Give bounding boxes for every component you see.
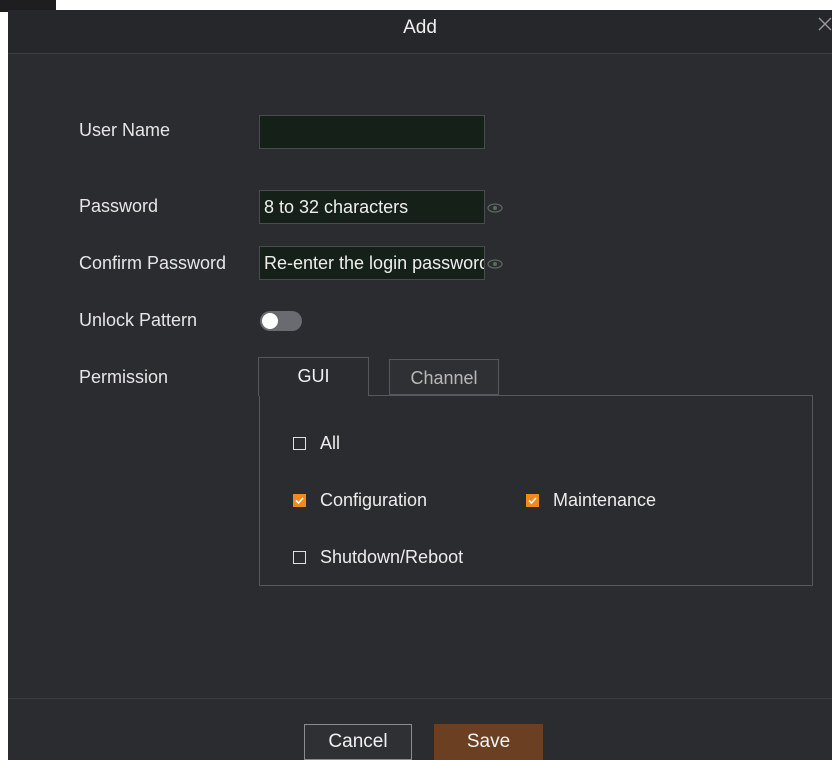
checkbox-configuration[interactable]: Configuration: [293, 490, 427, 511]
checkbox-box[interactable]: [293, 494, 306, 507]
checkbox-shutdown-reboot[interactable]: Shutdown/Reboot: [293, 547, 463, 568]
checkbox-label: Shutdown/Reboot: [320, 547, 464, 567]
unlock-pattern-label: Unlock Pattern: [79, 310, 198, 330]
checkbox-label: All: [320, 433, 341, 453]
save-button[interactable]: Save: [434, 724, 543, 760]
checkbox-maintenance[interactable]: Maintenance: [526, 490, 656, 511]
eye-icon[interactable]: [487, 202, 503, 214]
confirm-password-label: Confirm Password: [79, 253, 227, 273]
dialog-title: Add: [403, 17, 437, 38]
cancel-button[interactable]: Cancel: [304, 724, 412, 760]
footer-divider: [8, 698, 832, 699]
toggle-knob: [262, 313, 278, 329]
checkbox-box[interactable]: [293, 437, 306, 450]
close-icon[interactable]: [816, 15, 832, 33]
checkmark-icon: [528, 497, 537, 505]
tab-channel[interactable]: Channel: [389, 359, 499, 395]
checkbox-box[interactable]: [526, 494, 539, 507]
unlock-pattern-toggle[interactable]: [260, 311, 302, 331]
confirm-password-input[interactable]: Re-enter the login password: [259, 246, 485, 280]
username-input[interactable]: [259, 115, 485, 149]
checkmark-icon: [295, 497, 304, 505]
add-user-dialog: Add User Name Password 8 to 32 character…: [8, 10, 832, 760]
username-label: User Name: [79, 120, 171, 140]
password-input[interactable]: 8 to 32 characters: [259, 190, 485, 224]
checkbox-all[interactable]: All: [293, 433, 340, 454]
permission-panel: All Configuration Maintenance Shutdown/R…: [259, 395, 813, 586]
password-label: Password: [79, 196, 159, 216]
permission-label: Permission: [79, 367, 169, 387]
checkbox-label: Configuration: [320, 490, 428, 510]
tab-gui[interactable]: GUI: [258, 357, 369, 396]
dialog-title-bar: Add: [8, 10, 832, 54]
checkbox-label: Maintenance: [553, 490, 657, 510]
checkbox-box[interactable]: [293, 551, 306, 564]
eye-icon[interactable]: [487, 258, 503, 270]
